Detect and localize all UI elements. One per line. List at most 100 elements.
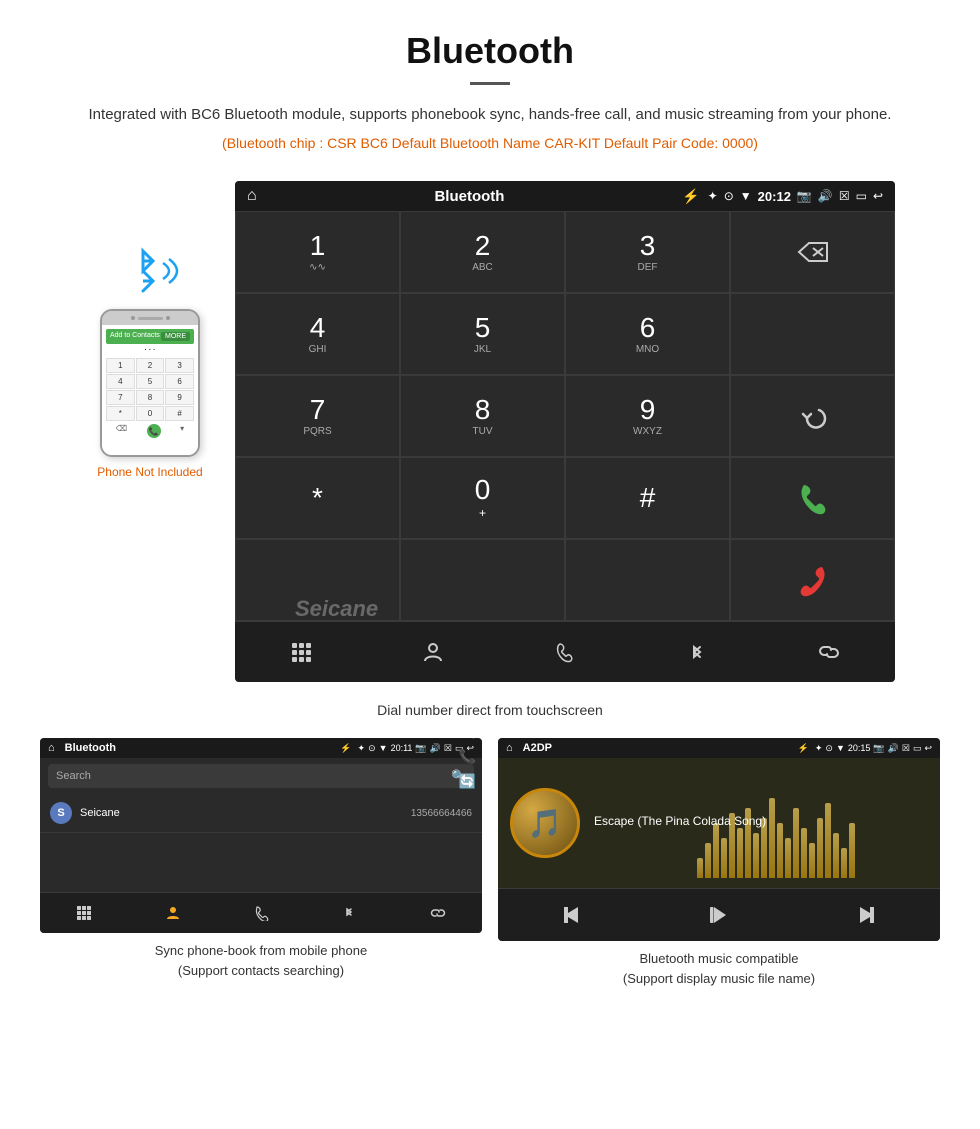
pb-contact-row[interactable]: S Seicane 13566664466 — [40, 794, 482, 833]
phone-key-6[interactable]: 6 — [165, 374, 194, 389]
bottom-icon-bluetooth[interactable] — [677, 632, 717, 672]
phone-key-star[interactable]: * — [106, 406, 135, 421]
usb-icon: ⚡ — [682, 188, 699, 205]
pb-search-placeholder: Search — [56, 770, 91, 782]
car-dialpad-bottom-bar — [235, 621, 895, 682]
music-home-icon[interactable]: ⌂ — [506, 742, 513, 754]
pb-side-phone-icon[interactable]: 📞 — [459, 748, 476, 765]
contact-number: 13566664466 — [411, 808, 472, 819]
home-icon[interactable]: ⌂ — [247, 187, 257, 205]
dial-key-call[interactable] — [730, 457, 895, 539]
pb-icon-contacts-active[interactable] — [159, 899, 187, 927]
phone-key-4[interactable]: 4 — [106, 374, 135, 389]
phone-speaker-bar — [138, 317, 163, 320]
car-screen-title: Bluetooth — [265, 188, 675, 205]
music-caption: Bluetooth music compatible (Support disp… — [623, 949, 815, 988]
dial-key-empty-r5-1 — [235, 539, 400, 621]
phone-top-bar — [102, 311, 198, 325]
music-status-bar: ⌂ A2DP ⚡ ✦ ⊙ ▼ 20:15 📷 🔊 ☒ ▭ ↩ — [498, 738, 940, 758]
dial-key-hash[interactable]: # — [565, 457, 730, 539]
music-note-icon: 🎵 — [528, 807, 563, 840]
page-description: Integrated with BC6 Bluetooth module, su… — [80, 103, 900, 127]
pb-side-search-icon[interactable]: 🔍 — [459, 738, 476, 740]
music-info: Escape (The Pina Colada Song) — [594, 814, 766, 832]
pb-icon-phone[interactable] — [247, 899, 275, 927]
page-specs: (Bluetooth chip : CSR BC6 Default Blueto… — [80, 135, 900, 151]
music-play-pause-button[interactable] — [701, 897, 737, 933]
pb-icon-link[interactable] — [424, 899, 452, 927]
music-next-button[interactable] — [848, 897, 884, 933]
music-content: 🎵 Escape (The Pina Colada Song) — [498, 758, 940, 888]
page-title: Bluetooth — [80, 30, 900, 72]
dial-key-1[interactable]: 1 ∿∿ — [235, 211, 400, 293]
phone-key-8[interactable]: 8 — [136, 390, 165, 405]
status-time: 20:12 — [758, 189, 791, 204]
car-status-bar: ⌂ Bluetooth ⚡ ✦ ⊙ ▼ 20:12 📷 🔊 ☒ ▭ ↩ — [235, 181, 895, 211]
pb-side-refresh-icon[interactable]: 🔄 — [459, 773, 476, 790]
bluetooth-signal — [115, 241, 185, 301]
dial-key-7[interactable]: 7 PQRS — [235, 375, 400, 457]
phone-bottom-row: ⌫ 📞 ▾ — [106, 424, 194, 438]
dial-key-9[interactable]: 9 WXYZ — [565, 375, 730, 457]
bottom-icon-link[interactable] — [809, 632, 849, 672]
contact-avatar: S — [50, 802, 72, 824]
phone-key-0[interactable]: 0 — [136, 406, 165, 421]
dial-key-empty-r2 — [730, 293, 895, 375]
phone-key-9[interactable]: 9 — [165, 390, 194, 405]
dial-key-3[interactable]: 3 DEF — [565, 211, 730, 293]
pb-home-icon[interactable]: ⌂ — [48, 742, 55, 754]
music-controls — [498, 888, 940, 941]
phone-key-2[interactable]: 2 — [136, 358, 165, 373]
phone-screen-header: Add to Contacts MORE — [106, 329, 194, 344]
phone-dialpad-grid: 1 2 3 4 5 6 7 8 9 * 0 # — [106, 358, 194, 421]
dial-key-star[interactable]: * — [235, 457, 400, 539]
phone-camera-dot — [131, 316, 135, 320]
pb-search-bar[interactable]: Search 🔍 — [48, 764, 474, 788]
dial-key-refresh[interactable] — [730, 375, 895, 457]
phone-key-3[interactable]: 3 — [165, 358, 194, 373]
title-divider — [470, 82, 510, 85]
music-title: A2DP — [523, 742, 792, 754]
phonebook-caption: Sync phone-book from mobile phone (Suppo… — [155, 941, 367, 980]
phonebook-screen: ⌂ Bluetooth ⚡ ✦ ⊙ ▼ 20:11 📷 🔊 ☒ ▭ ↩ Sear… — [40, 738, 482, 933]
bottom-icon-contacts[interactable] — [413, 632, 453, 672]
bottom-icon-grid[interactable] — [281, 632, 321, 672]
phone-key-hash[interactable]: # — [165, 406, 194, 421]
phone-key-5[interactable]: 5 — [136, 374, 165, 389]
phone-key-1[interactable]: 1 — [106, 358, 135, 373]
pb-icon-bluetooth[interactable] — [335, 899, 363, 927]
status-icons-right: ✦ ⊙ ▼ 20:12 📷 🔊 ☒ ▭ ↩ — [708, 189, 883, 204]
phone-screen: Add to Contacts MORE · · · 1 2 3 4 5 6 7… — [102, 325, 198, 455]
car-screen-wrapper: ⌂ Bluetooth ⚡ ✦ ⊙ ▼ 20:12 📷 🔊 ☒ ▭ ↩ — [235, 181, 895, 682]
dial-key-2[interactable]: 2 ABC — [400, 211, 565, 293]
dial-key-hangup[interactable] — [730, 539, 895, 621]
car-dial-screen: ⌂ Bluetooth ⚡ ✦ ⊙ ▼ 20:12 📷 🔊 ☒ ▭ ↩ — [235, 181, 895, 682]
pb-bottom-bar — [40, 892, 482, 933]
phone-screen-dialpad-title: · · · — [106, 347, 194, 354]
pb-side-icons: 🔍 📞 🔄 — [459, 738, 476, 790]
dial-key-backspace[interactable] — [730, 211, 895, 293]
phone-key-7[interactable]: 7 — [106, 390, 135, 405]
phone-mockup: Add to Contacts MORE · · · 1 2 3 4 5 6 7… — [85, 241, 215, 479]
dial-key-5[interactable]: 5 JKL — [400, 293, 565, 375]
music-album-art: 🎵 — [510, 788, 580, 858]
pb-title: Bluetooth — [65, 742, 335, 754]
music-screen: ⌂ A2DP ⚡ ✦ ⊙ ▼ 20:15 📷 🔊 ☒ ▭ ↩ — [498, 738, 940, 941]
music-prev-button[interactable] — [554, 897, 590, 933]
dial-key-empty-r5-2 — [400, 539, 565, 621]
phonebook-block: ⌂ Bluetooth ⚡ ✦ ⊙ ▼ 20:11 📷 🔊 ☒ ▭ ↩ Sear… — [40, 738, 482, 988]
pb-status-bar: ⌂ Bluetooth ⚡ ✦ ⊙ ▼ 20:11 📷 🔊 ☒ ▭ ↩ — [40, 738, 482, 758]
dial-key-8[interactable]: 8 TUV — [400, 375, 565, 457]
phone-front-cam — [166, 316, 170, 320]
pb-icon-grid[interactable] — [70, 899, 98, 927]
pb-time: 20:11 — [391, 743, 413, 753]
dial-key-4[interactable]: 4 GHI — [235, 293, 400, 375]
page-header: Bluetooth Integrated with BC6 Bluetooth … — [0, 0, 980, 181]
dial-key-0[interactable]: 0 + — [400, 457, 565, 539]
bottom-icon-phone[interactable] — [545, 632, 585, 672]
phone-call-button[interactable]: 📞 — [147, 424, 161, 438]
dial-key-6[interactable]: 6 MNO — [565, 293, 730, 375]
dial-key-empty-r5-3 — [565, 539, 730, 621]
phone-not-included-label: Phone Not Included — [97, 465, 202, 479]
music-block: ⌂ A2DP ⚡ ✦ ⊙ ▼ 20:15 📷 🔊 ☒ ▭ ↩ — [498, 738, 940, 988]
